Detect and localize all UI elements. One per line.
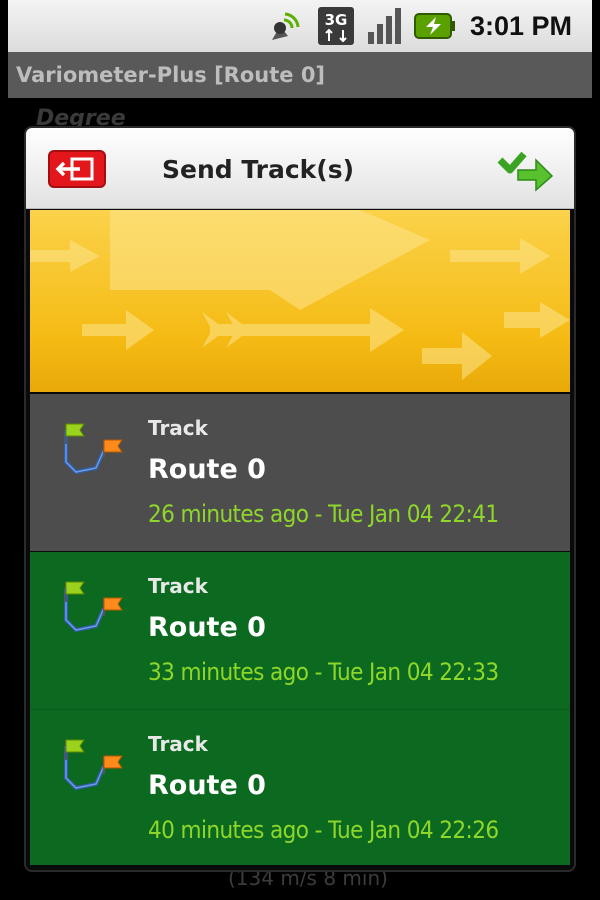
track-row[interactable]: Track Route 0 40 minutes ago - Tue Jan 0… — [30, 710, 570, 865]
header-banner — [30, 210, 570, 392]
clock: 3:01 PM — [469, 10, 572, 41]
back-exit-icon — [48, 150, 106, 188]
arrows-decoration — [30, 210, 570, 380]
signal-icon — [366, 6, 404, 46]
track-name: Route 0 — [148, 454, 266, 485]
track-type: Track — [148, 574, 208, 598]
track-name: Route 0 — [148, 612, 266, 643]
track-route-icon — [64, 423, 123, 475]
track-route-icon — [64, 581, 123, 633]
track-name: Route 0 — [148, 770, 266, 801]
send-arrow-icon — [497, 151, 554, 192]
dialog-title: Send Track(s) — [162, 155, 355, 184]
track-type: Track — [148, 732, 208, 756]
svg-text:3G: 3G — [325, 11, 348, 29]
back-button[interactable] — [48, 150, 106, 188]
track-route-icon — [64, 739, 123, 791]
track-time: 26 minutes ago - Tue Jan 04 22:41 — [148, 500, 499, 528]
app-title-bar: Variometer-Plus [Route 0] — [8, 52, 592, 98]
track-time: 33 minutes ago - Tue Jan 04 22:33 — [148, 658, 499, 686]
send-tracks-dialog: Send Track(s) Track Route 0 26 minutes a… — [26, 128, 574, 870]
gps-icon — [266, 6, 306, 46]
track-row[interactable]: Track Route 0 26 minutes ago - Tue Jan 0… — [30, 394, 570, 551]
track-type: Track — [148, 416, 208, 440]
dialog-header: Send Track(s) — [26, 128, 574, 209]
track-row[interactable]: Track Route 0 33 minutes ago - Tue Jan 0… — [30, 552, 570, 710]
track-time: 40 minutes ago - Tue Jan 04 22:26 — [148, 816, 499, 844]
battery-icon — [413, 11, 456, 41]
status-bar: 3G 3:01 PM — [8, 0, 592, 52]
network-3g-icon: 3G — [316, 5, 356, 47]
send-button[interactable] — [496, 148, 556, 192]
